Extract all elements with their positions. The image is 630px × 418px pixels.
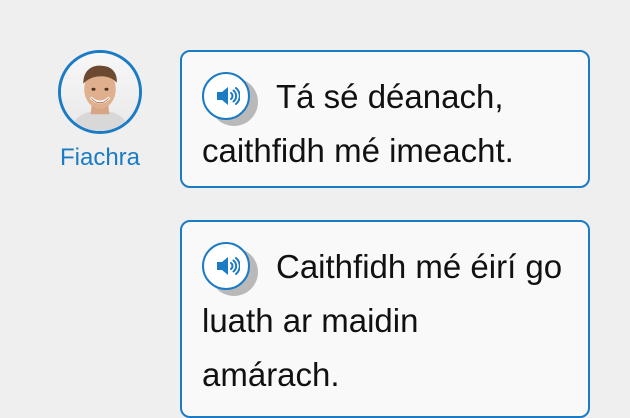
message-text-line: Tá sé déanach, (276, 78, 504, 115)
message-text-line: caithfidh mé imeacht. (202, 132, 514, 169)
speaker-name: Fiachra (59, 144, 141, 171)
audio-play-button[interactable] (202, 72, 258, 126)
speaker-volume-icon (217, 257, 240, 275)
chat-view: Fiachra Tá sé déanach, caithfidh mé imea… (0, 0, 630, 418)
message-bubble: Caithfidh mé éirí go luath ar maidin amá… (180, 220, 590, 418)
audio-play-button[interactable] (202, 242, 258, 296)
message-text-line: luath ar maidin (202, 302, 419, 339)
avatar-image (61, 53, 139, 131)
avatar (58, 50, 142, 134)
message-text-line: amárach. (202, 356, 340, 393)
speaker-volume-icon (217, 87, 240, 105)
speaker-block: Fiachra (52, 50, 148, 172)
message-bubble: Tá sé déanach, caithfidh mé imeacht. (180, 50, 590, 188)
message-text-line: Caithfidh mé éirí go (276, 248, 563, 285)
